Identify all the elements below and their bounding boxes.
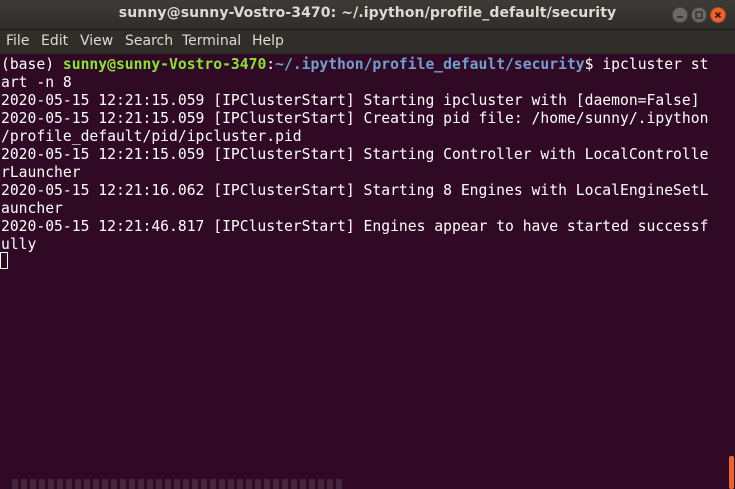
output-line: 2020-05-15 12:21:46.817 [IPClusterStart]… (1, 218, 709, 235)
output-line: 2020-05-15 12:21:15.059 [IPClusterStart]… (1, 92, 700, 109)
prompt-user-host: sunny@sunny-Vostro-3470 (62, 56, 267, 73)
output-line: rLauncher (1, 164, 81, 181)
output-line: 2020-05-15 12:21:15.059 [IPClusterStart]… (1, 146, 709, 163)
close-button[interactable] (710, 7, 726, 23)
title-bar[interactable]: sunny@sunny-Vostro-3470: ~/.ipython/prof… (0, 0, 735, 30)
menu-view[interactable]: View (80, 33, 113, 49)
command-continuation: art -n 8 (1, 74, 72, 91)
scrollbar[interactable] (727, 54, 735, 489)
scrollbar-thumb[interactable] (729, 456, 734, 489)
window-title: sunny@sunny-Vostro-3470: ~/.ipython/prof… (118, 5, 617, 21)
output-line: 2020-05-15 12:21:16.062 [IPClusterStart]… (1, 182, 709, 199)
menu-file[interactable]: File (6, 33, 29, 49)
menu-search[interactable]: Search (125, 33, 173, 49)
menu-help[interactable]: Help (252, 33, 284, 49)
output-line: 2020-05-15 12:21:15.059 [IPClusterStart]… (1, 110, 709, 127)
prompt-colon: : (266, 56, 276, 73)
background-text-artifact (12, 479, 342, 489)
prompt-path: ~/.ipython/profile_default/security (275, 56, 585, 73)
maximize-button[interactable] (691, 7, 707, 23)
menu-edit[interactable]: Edit (41, 33, 68, 49)
minimize-icon (677, 16, 683, 18)
terminal-output[interactable]: (base) sunny@sunny-Vostro-3470:~/.ipytho… (0, 54, 727, 489)
close-icon (714, 11, 722, 19)
text-cursor (0, 252, 8, 269)
minimize-button[interactable] (672, 7, 688, 23)
maximize-icon (695, 11, 703, 19)
prompt-symbol: $ (584, 56, 603, 73)
menu-terminal[interactable]: Terminal (182, 33, 241, 49)
command-text: ipcluster st (602, 56, 709, 73)
menu-bar: File Edit View Search Terminal Help (0, 30, 735, 54)
prompt-env: (base) (1, 56, 63, 73)
terminal-window: sunny@sunny-Vostro-3470: ~/.ipython/prof… (0, 0, 735, 489)
output-line: /profile_default/pid/ipcluster.pid (1, 128, 302, 145)
prompt-line: (base) sunny@sunny-Vostro-3470:~/.ipytho… (1, 56, 708, 74)
output-line: auncher (1, 200, 63, 217)
